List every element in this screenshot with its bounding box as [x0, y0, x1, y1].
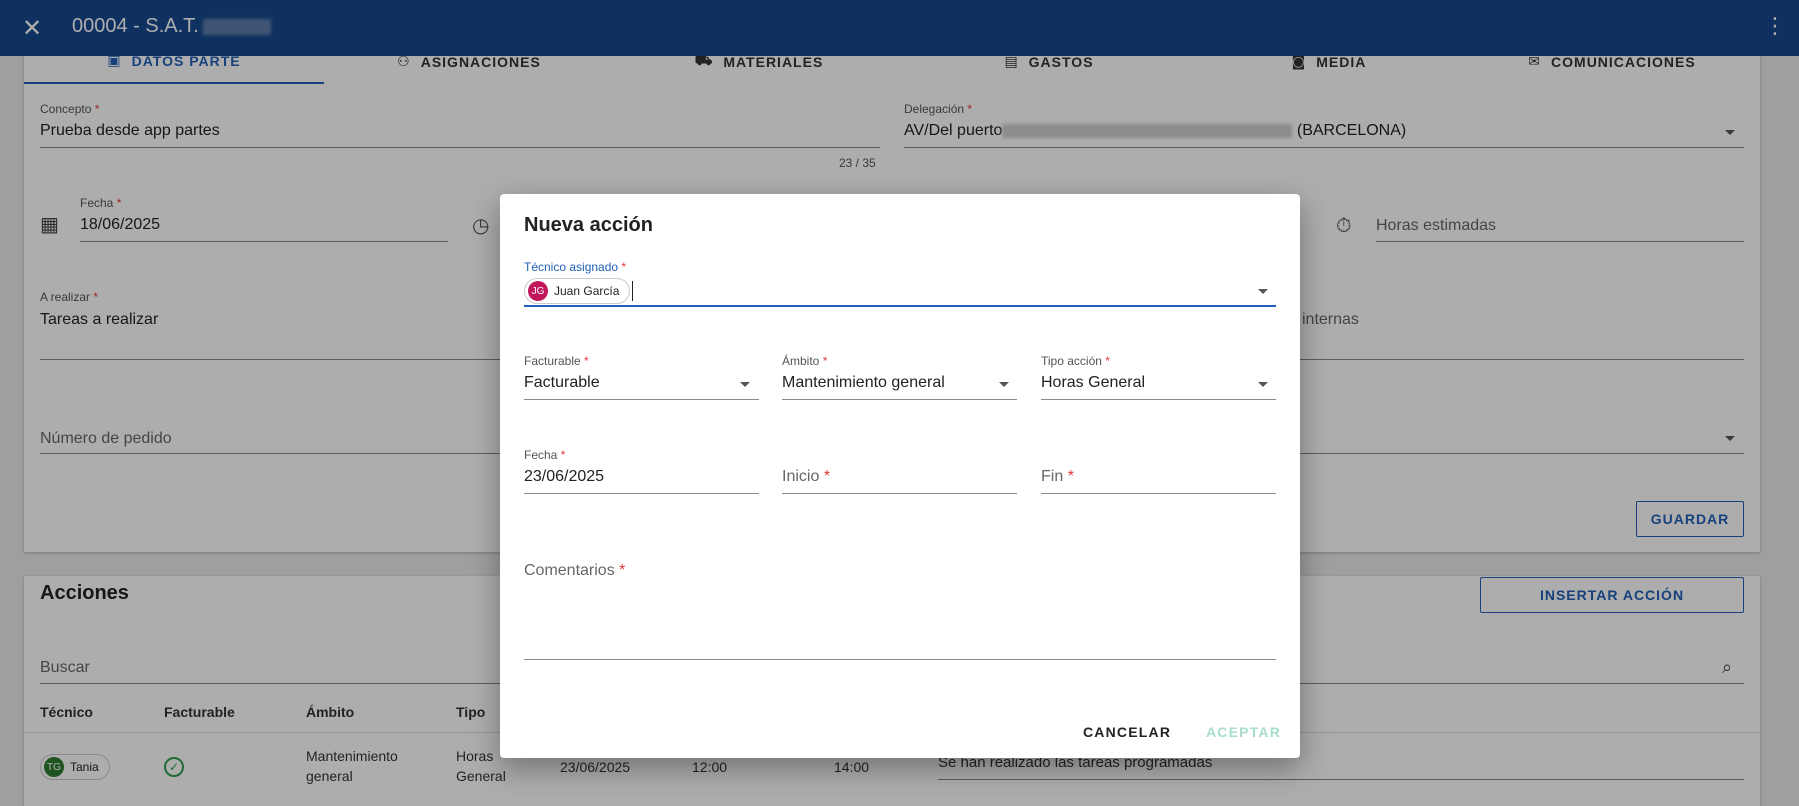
tecnico-chip[interactable]: JG Juan García — [524, 278, 631, 304]
text-cursor — [632, 281, 633, 301]
chevron-down-icon — [740, 382, 750, 387]
accept-button[interactable]: ACEPTAR — [1206, 724, 1281, 740]
ambito-select[interactable]: Mantenimiento general — [782, 374, 945, 392]
chevron-down-icon[interactable] — [1258, 289, 1268, 294]
facturable-select[interactable]: Facturable — [524, 374, 600, 392]
comentarios-input[interactable]: Comentarios * — [524, 562, 625, 580]
facturable-label: Facturable * — [524, 354, 589, 368]
inicio-underline — [782, 493, 1017, 494]
chevron-down-icon — [999, 382, 1009, 387]
facturable-underline — [524, 399, 759, 400]
comentarios-underline — [524, 659, 1276, 660]
inicio-input[interactable]: Inicio * — [782, 468, 830, 486]
tipo-accion-select[interactable]: Horas General — [1041, 374, 1145, 392]
dialog-title: Nueva acción — [524, 214, 653, 236]
dialog-fecha-input[interactable]: 23/06/2025 — [524, 468, 604, 486]
chevron-down-icon — [1258, 382, 1268, 387]
ambito-underline — [782, 399, 1017, 400]
fin-input[interactable]: Fin * — [1041, 468, 1074, 486]
tecnico-label: Técnico asignado * — [524, 260, 627, 274]
tecnico-underline — [524, 305, 1276, 307]
fin-underline — [1041, 493, 1276, 494]
ambito-label: Ámbito * — [782, 354, 828, 368]
dialog-fecha-label: Fecha * — [524, 448, 566, 462]
cancel-button[interactable]: CANCELAR — [1083, 724, 1171, 740]
nueva-accion-dialog: Nueva acción Técnico asignado * JG Juan G… — [500, 194, 1300, 758]
avatar: JG — [528, 281, 548, 301]
tipo-underline — [1041, 399, 1276, 400]
tipo-accion-label: Tipo acción * — [1041, 354, 1110, 368]
dialog-fecha-underline — [524, 493, 759, 494]
